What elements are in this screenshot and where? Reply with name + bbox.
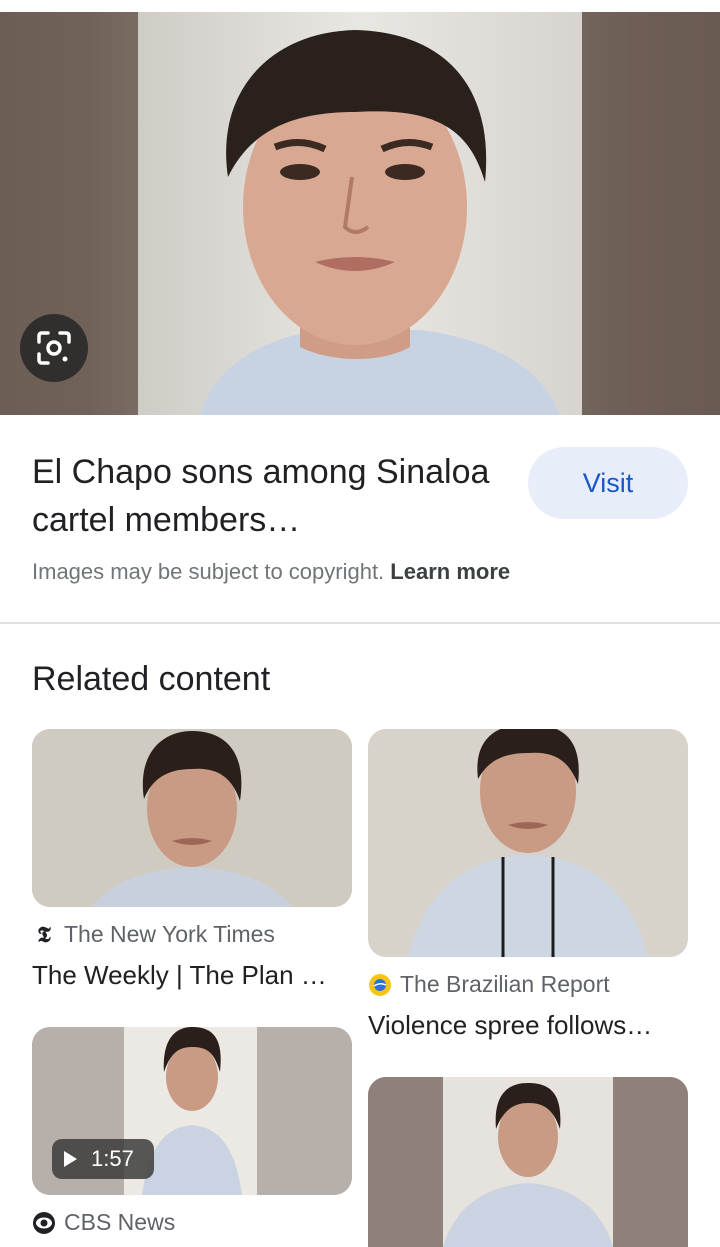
nyt-logo-icon: 𝕿 xyxy=(37,921,51,948)
copyright-notice: Images may be subject to copyright. Lear… xyxy=(32,559,510,585)
copyright-text: Images may be subject to copyright. xyxy=(32,559,385,584)
source-name: CBS News xyxy=(64,1209,176,1235)
person-photo xyxy=(32,729,352,907)
person-photo xyxy=(368,1077,688,1247)
source-name: The New York Times xyxy=(64,921,275,947)
visit-button[interactable]: Visit xyxy=(528,447,688,519)
cbs-eye-logo-icon xyxy=(32,1211,56,1235)
lens-icon xyxy=(37,331,71,365)
related-headline[interactable]: Violence spree follows… xyxy=(368,1010,688,1041)
related-content-heading: Related content xyxy=(32,660,271,698)
related-card-image[interactable] xyxy=(368,729,688,957)
duration-text: 1:57 xyxy=(91,1146,134,1171)
main-result-image[interactable] xyxy=(0,12,720,415)
learn-more-link[interactable]: Learn more xyxy=(390,559,510,584)
related-card-image[interactable] xyxy=(368,1077,688,1247)
person-photo xyxy=(0,12,720,415)
video-duration-badge: 1:57 xyxy=(52,1139,154,1179)
related-source: 𝕿 The New York Times xyxy=(32,921,275,948)
related-card-image[interactable] xyxy=(32,729,352,907)
person-photo xyxy=(368,729,688,957)
result-title[interactable]: El Chapo sons among Sinaloa cartel membe… xyxy=(32,448,492,544)
source-name: The Brazilian Report xyxy=(400,971,610,997)
divider xyxy=(0,622,720,624)
related-source: CBS News xyxy=(32,1209,175,1236)
google-lens-button[interactable] xyxy=(20,314,88,382)
related-source: The Brazilian Report xyxy=(368,971,610,998)
play-icon xyxy=(64,1151,77,1167)
brazilian-report-logo-icon xyxy=(368,973,392,997)
related-headline[interactable]: The Weekly | The Plan … xyxy=(32,960,352,991)
